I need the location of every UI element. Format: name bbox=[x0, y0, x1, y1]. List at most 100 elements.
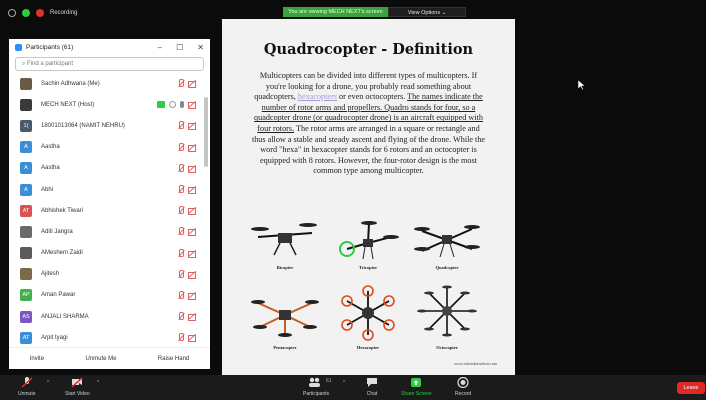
security-shield-icon[interactable] bbox=[22, 9, 30, 17]
chat-button[interactable]: Chat bbox=[366, 377, 378, 397]
participant-row[interactable]: 1(18001013064 (NAMIT NEHRU) bbox=[9, 115, 210, 136]
participant-name: Sachin Adhwana (Me) bbox=[41, 80, 100, 87]
view-options-button[interactable]: View Options ⌄ bbox=[388, 7, 466, 17]
participant-name: AMeshem Zaidi bbox=[41, 250, 83, 257]
record-button[interactable]: Record bbox=[455, 377, 471, 397]
microphone-muted-icon bbox=[177, 142, 184, 152]
participant-name: Abhi bbox=[41, 186, 54, 193]
video-off-icon bbox=[188, 271, 196, 279]
avatar: AT bbox=[20, 204, 32, 217]
video-off-icon bbox=[188, 80, 196, 88]
participants-chevron-icon[interactable]: ^ bbox=[343, 380, 345, 386]
participant-row[interactable]: AT Arpit tyagi bbox=[9, 327, 210, 348]
pentacopter-label: Pentacopter bbox=[273, 345, 297, 350]
participant-name: Abhishek Tiwari bbox=[41, 207, 84, 214]
microphone-muted-icon bbox=[177, 121, 184, 130]
participant-name: Arpit tyagi bbox=[41, 334, 68, 341]
participant-row[interactable]: MECH NEXT (Host) bbox=[9, 94, 210, 115]
video-options-chevron-icon[interactable]: ^ bbox=[97, 380, 99, 386]
participant-row[interactable]: AP Aman Pawar bbox=[9, 285, 210, 306]
participant-status bbox=[177, 163, 196, 173]
avatar: 1( bbox=[20, 119, 32, 132]
quadcopter-label: Quadcopter bbox=[435, 265, 459, 270]
participant-status bbox=[177, 333, 196, 343]
participant-name: Ajitesh bbox=[41, 271, 60, 278]
avatar bbox=[20, 225, 32, 238]
start-video-button[interactable]: Start Video bbox=[65, 377, 90, 397]
avatar: AS bbox=[20, 310, 32, 323]
microphone-icon bbox=[180, 101, 184, 109]
recording-icon bbox=[36, 9, 44, 17]
unmute-button[interactable]: Unmute bbox=[18, 377, 36, 397]
info-icon[interactable] bbox=[8, 9, 16, 17]
document-title: Quadrocopter - Definition bbox=[263, 41, 474, 58]
chat-icon bbox=[367, 378, 377, 387]
participant-row[interactable]: A Abhi bbox=[9, 179, 210, 200]
microphone-muted-icon bbox=[177, 184, 184, 194]
participant-row[interactable]: A Aastha bbox=[9, 137, 210, 158]
start-video-label: Start Video bbox=[65, 391, 90, 397]
participant-name: ANJALI SHARMA bbox=[41, 313, 89, 320]
participant-row[interactable]: Sachin Adhwana (Me) bbox=[9, 73, 210, 94]
chat-label: Chat bbox=[366, 391, 378, 397]
hexacopter-label: Hexacopter bbox=[356, 345, 380, 350]
recording-label: Recording bbox=[50, 10, 78, 16]
participant-row[interactable]: Aditi Jangra bbox=[9, 221, 210, 242]
scrollbar[interactable] bbox=[204, 97, 208, 167]
bicopter-label: Bicopter bbox=[276, 265, 294, 270]
source-watermark: www.robotsknowhow.com bbox=[454, 361, 497, 366]
hexacopters-link[interactable]: hexacopters bbox=[298, 92, 337, 101]
raise-hand-button[interactable]: Raise Hand bbox=[158, 356, 189, 362]
participant-row[interactable]: AT Abhishek Tiwari bbox=[9, 200, 210, 221]
participant-row[interactable]: A Aastha bbox=[9, 158, 210, 179]
octocopter-label: Octocopter bbox=[436, 345, 458, 350]
zoom-window: Recording You are viewing MECH NEXT's sc… bbox=[0, 0, 706, 400]
share-screen-label: Share Screen bbox=[401, 391, 432, 397]
share-screen-icon bbox=[411, 378, 422, 387]
participant-row[interactable]: AS ANJALI SHARMA bbox=[9, 306, 210, 327]
participant-status bbox=[177, 121, 196, 131]
viewing-banner: You are viewing MECH NEXT's screen bbox=[283, 7, 388, 17]
participant-status bbox=[177, 290, 196, 300]
participant-status bbox=[157, 100, 196, 110]
unmute-me-button[interactable]: Unmute Me bbox=[85, 356, 116, 362]
video-off-icon bbox=[188, 334, 196, 343]
participants-footer: Invite Unmute Me Raise Hand bbox=[9, 347, 210, 369]
invite-button[interactable]: Invite bbox=[30, 356, 44, 362]
participant-row[interactable]: AMeshem Zaidi bbox=[9, 243, 210, 264]
leave-button[interactable]: Leave bbox=[677, 382, 705, 394]
participant-status bbox=[177, 227, 196, 237]
avatar: A bbox=[20, 141, 32, 154]
participants-count: 61 bbox=[326, 378, 332, 384]
tricopter-label: Tricopter bbox=[358, 265, 378, 270]
share-screen-button[interactable]: Share Screen bbox=[401, 377, 432, 397]
video-off-icon bbox=[188, 186, 196, 194]
avatar: AP bbox=[20, 289, 32, 302]
avatar: A bbox=[20, 183, 32, 196]
hexacopter-image bbox=[341, 285, 395, 341]
octocopter-image bbox=[417, 285, 477, 337]
participants-label: Participants bbox=[303, 391, 330, 397]
video-off-icon bbox=[188, 165, 196, 173]
recording-indicator: Recording bbox=[8, 9, 77, 17]
audio-options-chevron-icon[interactable]: ^ bbox=[47, 380, 49, 386]
search-input[interactable]: ⌕ Find a participant bbox=[15, 57, 204, 71]
pentacopter-image bbox=[251, 300, 319, 337]
participant-row[interactable]: Ajitesh bbox=[9, 264, 210, 285]
video-off-icon bbox=[188, 228, 196, 237]
more-icon[interactable] bbox=[169, 101, 176, 109]
participant-name: Aditi Jangra bbox=[41, 228, 73, 235]
participants-header: Participants (61) – ☐ ✕ bbox=[9, 39, 210, 55]
maximize-icon[interactable]: ☐ bbox=[176, 43, 183, 52]
document-body: Multicopters can be divided into differe… bbox=[250, 71, 487, 177]
close-icon[interactable]: ✕ bbox=[197, 43, 204, 52]
participant-list[interactable]: Sachin Adhwana (Me) MECH NEXT (Host) 1(180… bbox=[9, 73, 210, 348]
participant-name: MECH NEXT (Host) bbox=[41, 101, 95, 108]
minimize-icon[interactable]: – bbox=[158, 43, 162, 52]
microphone-muted-icon bbox=[177, 79, 184, 88]
participants-toolbar-icon bbox=[307, 377, 325, 388]
microphone-muted-icon bbox=[177, 333, 184, 342]
video-off-icon bbox=[71, 377, 83, 388]
chevron-down-icon: ⌄ bbox=[441, 10, 447, 16]
avatar bbox=[20, 268, 32, 281]
